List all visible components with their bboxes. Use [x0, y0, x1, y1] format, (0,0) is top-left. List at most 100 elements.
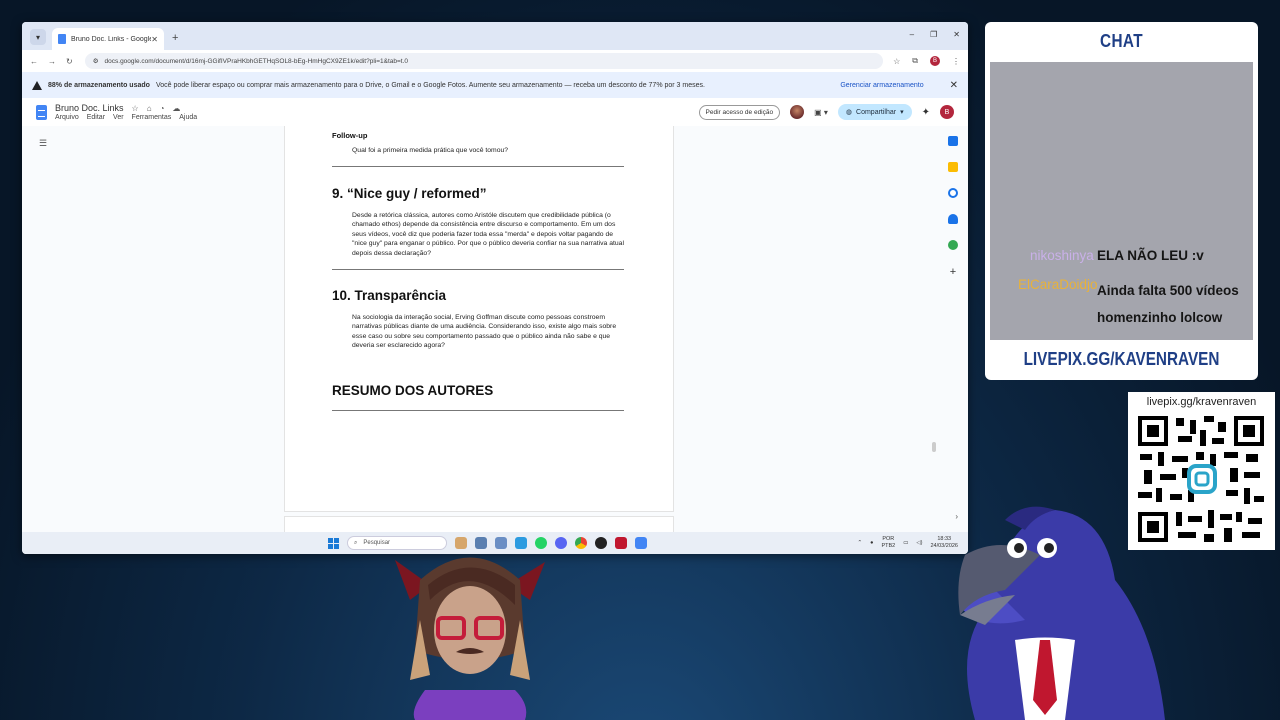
new-tab-icon[interactable]: + — [172, 32, 178, 44]
chevron-down-icon[interactable]: ▾ — [900, 108, 904, 116]
globe-icon: ◍ — [845, 109, 853, 116]
chat-message-text: ELA NÃO LEU :v — [1097, 248, 1204, 263]
banner-close-icon[interactable]: ✕ — [950, 80, 958, 91]
doc-title-row: Bruno Doc. Links ☆ ⌂ ◔ ☁ — [55, 103, 197, 113]
divider — [332, 165, 624, 167]
chat-message: nikoshinya — [1030, 248, 1094, 263]
taskbar-search-placeholder: Pesquisar — [363, 540, 391, 546]
search-icon: ⌕ — [354, 539, 358, 546]
menu-ver[interactable]: Ver — [113, 114, 124, 121]
chat-message: ElCaraDoidjo — [1018, 277, 1098, 292]
move-folder-icon[interactable]: ⌂ — [147, 104, 152, 113]
docs-profile-avatar[interactable]: B — [940, 105, 954, 119]
chat-username: nikoshinya — [1030, 248, 1094, 263]
document-body: Follow-up Qual foi a primeira medida prá… — [332, 131, 624, 411]
document-page[interactable]: Follow-up Qual foi a primeira medida prá… — [284, 126, 674, 512]
profile-avatar[interactable]: B — [930, 56, 940, 66]
gemini-sparkle-icon[interactable]: ✦ — [922, 107, 930, 118]
docs-taskbar-icon[interactable] — [635, 537, 647, 549]
share-label: Compartilhar — [856, 108, 897, 116]
docs-tab-icon — [58, 34, 66, 44]
window-controls: – ❐ ✕ — [910, 30, 960, 39]
browser-tab[interactable]: Bruno Doc. Links - Google Docs ✕ — [52, 28, 164, 50]
close-window-icon[interactable]: ✕ — [953, 30, 960, 39]
menu-arquivo[interactable]: Arquivo — [55, 114, 79, 121]
banner-title: 88% de armazenamento usado — [48, 81, 150, 89]
network-icon[interactable]: ▭ — [903, 540, 908, 546]
doc-title[interactable]: Bruno Doc. Links — [55, 103, 124, 113]
manage-storage-link[interactable]: Gerenciar armazenamento — [840, 82, 923, 89]
chrome-icon[interactable] — [575, 537, 587, 549]
maximize-icon[interactable]: ❐ — [930, 30, 937, 39]
resumo-heading: RESUMO DOS AUTORES — [332, 382, 494, 398]
calendar-icon[interactable] — [948, 136, 958, 146]
section-9-question: Desde a retórica clássica, autores como … — [352, 211, 624, 257]
keyboard-language[interactable]: POR PTB2 — [881, 536, 895, 550]
followup-heading: Follow-up — [332, 131, 368, 140]
bookmark-star-icon[interactable]: ☆ — [893, 57, 900, 66]
extensions-icon[interactable]: ⧉ — [912, 56, 918, 66]
lang-bottom: PTB2 — [881, 543, 896, 549]
discord-icon[interactable] — [555, 537, 567, 549]
reload-icon[interactable]: ↻ — [66, 57, 73, 66]
keep-icon[interactable] — [948, 162, 958, 172]
menu-ajuda[interactable]: Ajuda — [179, 114, 197, 121]
section-10-question: Na sociologia da interação social, Ervin… — [352, 313, 617, 350]
add-addon-icon[interactable]: + — [950, 266, 956, 278]
scrollbar[interactable] — [932, 442, 936, 452]
chevron-up-icon[interactable]: ⌃ — [858, 540, 863, 546]
chat-area: nikoshinya ELA NÃO LEU :v ElCaraDoidjo A… — [990, 62, 1253, 340]
back-icon[interactable]: ← — [30, 57, 38, 66]
chat-panel: CHAT nikoshinya ELA NÃO LEU :v ElCaraDoi… — [985, 22, 1258, 380]
divider — [332, 268, 624, 270]
qr-caption: livepix.gg/kravenraven — [1146, 396, 1257, 408]
menu-ferramentas[interactable]: Ferramentas — [132, 114, 172, 121]
collaborator-avatar[interactable] — [790, 105, 805, 119]
minimize-icon[interactable]: – — [910, 30, 914, 39]
windows-start-icon[interactable] — [328, 537, 339, 549]
banner-message: Você pode liberar espaço ou comprar mais… — [155, 81, 705, 89]
chat-message-text: Ainda falta 500 vídeos homenzinho lolcow — [1097, 277, 1247, 331]
outline-icon[interactable]: ☰ — [39, 138, 47, 149]
forward-icon[interactable]: → — [48, 57, 56, 66]
taskbar-app-icon[interactable] — [615, 537, 627, 549]
browser-menu-icon[interactable]: ⋮ — [952, 57, 960, 66]
tab-search-icon[interactable]: ▾ — [30, 29, 46, 45]
share-button[interactable]: ◍ Compartilhar ▾ — [837, 104, 912, 120]
chat-text: Ainda falta 500 vídeos homenzinho lolcow — [1097, 283, 1239, 325]
url-field[interactable]: ⚙ docs.google.com/document/d/16mj-GGifIV… — [84, 53, 884, 69]
section-10-heading: 10. Transparência — [332, 287, 447, 303]
google-docs-logo-icon[interactable] — [36, 104, 47, 120]
address-bar-row: ← → ↻ ⚙ docs.google.com/document/d/16mj-… — [22, 50, 968, 72]
contacts-icon[interactable] — [948, 214, 958, 224]
divider — [332, 409, 624, 411]
mic-icon[interactable]: ● — [870, 540, 873, 546]
obs-icon[interactable] — [595, 537, 607, 549]
menu-editar[interactable]: Editar — [87, 114, 105, 121]
system-tray: ⌃ ● POR PTB2 ▭ ◁) 18:33 24/03/2026 — [858, 532, 959, 554]
site-info-icon[interactable]: ⚙ — [93, 57, 99, 65]
meet-video-icon[interactable]: ▣ ▾ — [814, 108, 828, 117]
cloud-status-icon: ☁ — [172, 103, 181, 113]
browser-window: ▾ Bruno Doc. Links - Google Docs ✕ + – ❐… — [22, 22, 968, 554]
maps-icon[interactable] — [948, 240, 958, 250]
close-icon[interactable]: ✕ — [151, 35, 158, 44]
doc-title-area: Bruno Doc. Links ☆ ⌂ ◔ ☁ Arquivo Editar … — [55, 103, 197, 121]
streamer-avatar-icon — [395, 557, 545, 720]
followup-question: Qual foi a primeira medida prática que v… — [352, 147, 509, 154]
menu-bar: Arquivo Editar Ver Ferramentas Ajuda — [55, 114, 197, 121]
tab-title: Bruno Doc. Links - Google Docs — [71, 35, 152, 43]
tab-strip: ▾ Bruno Doc. Links - Google Docs ✕ + – ❐… — [22, 22, 968, 50]
chat-text: ELA NÃO LEU :v — [1097, 248, 1204, 263]
section-9-heading: 9. “Nice guy / reformed” — [332, 185, 487, 201]
tasks-icon[interactable] — [948, 188, 958, 198]
side-panel-icons: + — [948, 136, 958, 278]
raven-mascot-icon — [958, 506, 1165, 720]
volume-icon[interactable]: ◁) — [916, 540, 922, 546]
request-edit-button[interactable]: Pedir acesso de edição — [698, 104, 781, 120]
history-icon[interactable]: ◔ — [160, 104, 165, 113]
docs-header-actions: Pedir acesso de edição ▣ ▾ ◍ Compartilha… — [698, 104, 954, 120]
star-icon[interactable]: ☆ — [132, 104, 139, 113]
chat-footer: LIVEPIX.GG/KAVENRAVEN — [1023, 349, 1220, 369]
chat-username: ElCaraDoidjo — [1018, 277, 1098, 292]
